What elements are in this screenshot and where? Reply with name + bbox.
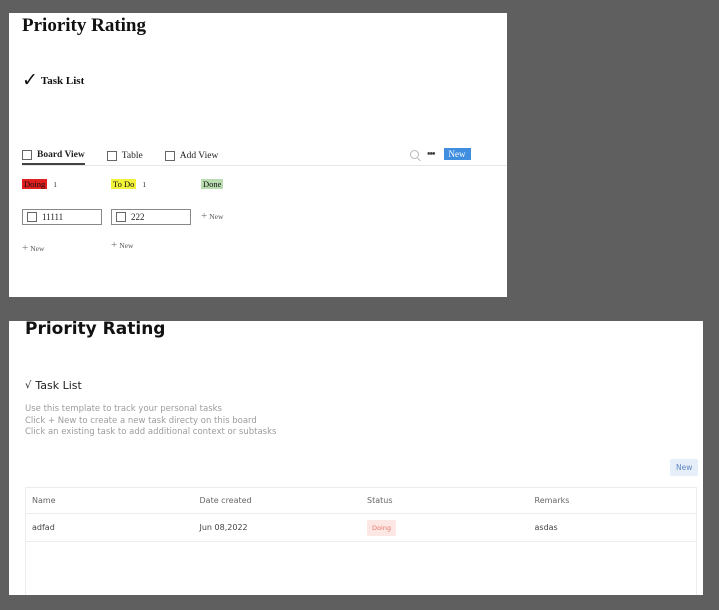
cell-remarks[interactable]: asdas (529, 523, 697, 532)
tab-add-view[interactable]: Add View (164, 151, 219, 164)
column-count: 1 (142, 179, 147, 189)
new-button[interactable]: New (670, 459, 699, 476)
column-header-doing: Doing 1 (22, 179, 57, 189)
tab-label: Table (121, 151, 143, 161)
column-header-todo: To Do 1 (111, 179, 146, 189)
description-line: Click an existing task to add additional… (25, 427, 277, 437)
task-table: Name Date created Status Remarks adfad J… (25, 487, 697, 595)
board-toolbar: ••• New (410, 148, 471, 160)
description-line: Click + New to create a new task directy… (25, 415, 257, 426)
table-row[interactable]: adfad Jun 08,2022 Doing asdas (26, 514, 696, 542)
cell-status[interactable]: Doing (361, 519, 529, 536)
checkmark-icon: ✓ (22, 70, 38, 91)
checkmark-icon: √ (25, 380, 32, 391)
table-view-panel: Priority Rating √ Task List Use this tem… (9, 321, 703, 595)
add-new-todo-button[interactable]: + New (111, 240, 133, 251)
column-header-remarks[interactable]: Remarks (529, 496, 697, 505)
status-badge: Doing (367, 519, 397, 536)
column-header-name[interactable]: Name (26, 496, 194, 505)
board-card[interactable]: 222 (111, 209, 191, 225)
column-header-date-created[interactable]: Date created (194, 496, 362, 505)
view-tabs: Board View Table Add View (22, 150, 240, 165)
tab-label: Add View (179, 151, 219, 161)
task-list-label: Task List (35, 379, 82, 392)
cell-date-created[interactable]: Jun 08,2022 (194, 523, 362, 532)
page-title: Priority Rating (22, 15, 147, 36)
column-header-done: Done (201, 179, 224, 189)
board-view-panel: Priority Rating ✓ Task List Board View T… (9, 13, 507, 297)
search-icon[interactable] (410, 149, 419, 159)
table-header-row: Name Date created Status Remarks (26, 488, 696, 514)
task-list-heading: √ Task List (25, 379, 82, 392)
task-list-label: Task List (40, 74, 85, 87)
tab-board-view[interactable]: Board View (22, 150, 85, 165)
plus-icon: + (22, 242, 29, 254)
more-icon[interactable]: ••• (427, 149, 435, 160)
plus-icon: + (111, 239, 118, 251)
add-new-done-button[interactable]: + New (201, 211, 223, 222)
status-tag-done: Done (201, 179, 224, 189)
add-new-label: New (119, 241, 134, 250)
template-description: Use this template to track your personal… (25, 404, 276, 439)
add-view-icon (164, 151, 175, 161)
add-new-label: New (30, 244, 45, 253)
column-count: 1 (53, 179, 57, 189)
tab-label: Board View (37, 150, 85, 160)
column-header-status[interactable]: Status (361, 496, 529, 505)
table-view-icon (106, 151, 117, 161)
add-new-doing-button[interactable]: + New (22, 243, 44, 254)
board-card[interactable]: 11111 (22, 209, 102, 225)
add-new-label: New (209, 212, 224, 221)
card-page-icon (27, 212, 37, 222)
card-title: 222 (131, 212, 145, 222)
plus-icon: + (201, 210, 208, 222)
task-list-heading: ✓ Task List (22, 71, 84, 90)
description-line: Use this template to track your personal… (25, 404, 222, 414)
new-button[interactable]: New (443, 148, 471, 160)
page-title: Priority Rating (25, 321, 166, 339)
tab-table[interactable]: Table (106, 151, 143, 164)
card-page-icon (116, 212, 126, 222)
cell-name[interactable]: adfad (26, 523, 194, 532)
divider (22, 165, 507, 166)
card-title: 11111 (42, 212, 64, 222)
status-tag-doing: Doing (22, 179, 48, 189)
status-tag-todo: To Do (111, 179, 137, 189)
board-view-icon (22, 150, 32, 160)
